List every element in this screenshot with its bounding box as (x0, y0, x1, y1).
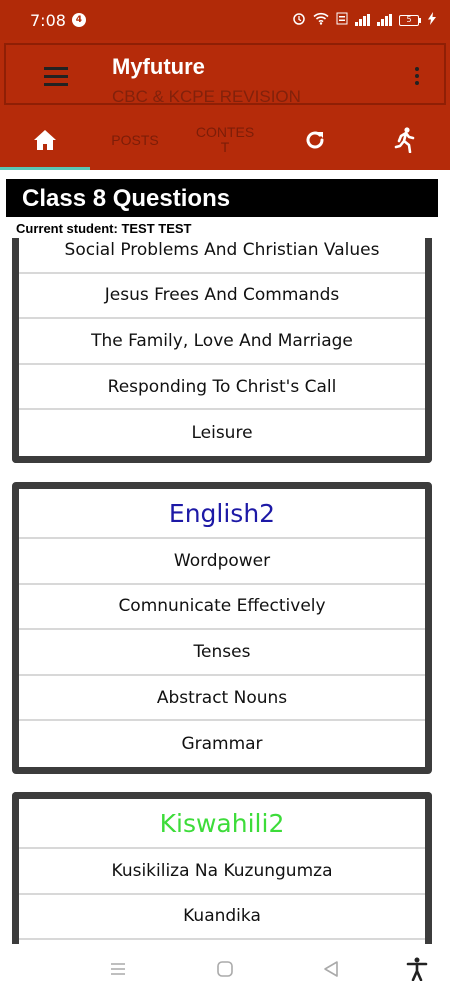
subject-card-cre: Social Problems And Christian Values Jes… (12, 238, 432, 463)
app-subtitle: CBC & KCPE REVISION (112, 87, 301, 106)
tab-home[interactable] (0, 110, 90, 170)
back-icon[interactable] (322, 960, 340, 982)
app-bar: Myfuture CBC & KCPE REVISION (0, 40, 450, 110)
topic-row[interactable]: Leisure (19, 410, 425, 456)
status-bar: 7:08 4 5 (0, 0, 450, 40)
tab-refresh[interactable] (270, 110, 360, 170)
subject-card-english2: English2 Wordpower Comnunicate Effective… (12, 482, 432, 774)
signal-icon-2 (377, 14, 392, 26)
charging-icon (428, 11, 436, 29)
menu-button[interactable] (44, 67, 70, 87)
running-person-icon (394, 127, 415, 153)
tab-posts-label: POSTS (111, 131, 159, 148)
topic-row[interactable]: Kuandika (19, 895, 425, 941)
topic-row[interactable]: Tenses (19, 630, 425, 676)
status-icons: 5 (292, 11, 436, 29)
app-bar-frame: Myfuture CBC & KCPE REVISION (4, 43, 446, 106)
subject-title-english2: English2 (19, 489, 425, 539)
tab-contest-label: CONTEST (195, 124, 255, 155)
overflow-menu-icon[interactable] (412, 67, 422, 91)
subject-title-kiswahili2: Kiswahili2 (19, 799, 425, 849)
tab-activity[interactable] (360, 110, 450, 170)
status-time: 7:08 (30, 10, 66, 30)
topic-row[interactable]: Social Problems And Christian Values (19, 238, 425, 274)
battery-icon: 5 (399, 14, 421, 26)
topic-row[interactable]: Kusikiliza Na Kuzungumza (19, 849, 425, 895)
topic-row[interactable]: Jesus Frees And Commands (19, 274, 425, 320)
home-circle-icon[interactable] (216, 960, 234, 982)
alarm-icon (292, 11, 306, 29)
system-nav-bar (0, 944, 450, 1000)
tab-posts[interactable]: POSTS (90, 110, 180, 170)
subject-list[interactable]: Social Problems And Christian Values Jes… (0, 238, 450, 944)
accessibility-icon[interactable] (406, 957, 428, 985)
volte-icon (336, 12, 348, 29)
subject-card-kiswahili2: Kiswahili2 Kusikiliza Na Kuzungumza Kuan… (12, 792, 432, 944)
app-title: Myfuture (112, 54, 205, 79)
signal-icon (355, 14, 370, 26)
tab-contest[interactable]: CONTEST (180, 110, 270, 170)
home-icon (34, 130, 56, 150)
topic-row[interactable]: Wordpower (19, 539, 425, 585)
topic-row[interactable]: The Family, Love And Marriage (19, 319, 425, 365)
page-title: Class 8 Questions (6, 179, 438, 217)
wifi-icon (313, 12, 329, 29)
topic-row[interactable]: Abstract Nouns (19, 676, 425, 722)
topic-row[interactable]: Grammar (19, 721, 425, 767)
tab-bar: POSTS CONTEST (0, 110, 450, 170)
refresh-icon (306, 131, 324, 149)
current-student-label: Current student: TEST TEST (16, 221, 192, 236)
app-screen: 7:08 4 5 Myfuture CBC & KCPE REVISION PO… (0, 0, 450, 1000)
topic-row[interactable]: Comnunicate Effectively (19, 585, 425, 631)
topic-row[interactable]: Responding To Christ's Call (19, 365, 425, 411)
recent-apps-icon[interactable] (109, 960, 127, 982)
notification-badge: 4 (71, 13, 86, 27)
